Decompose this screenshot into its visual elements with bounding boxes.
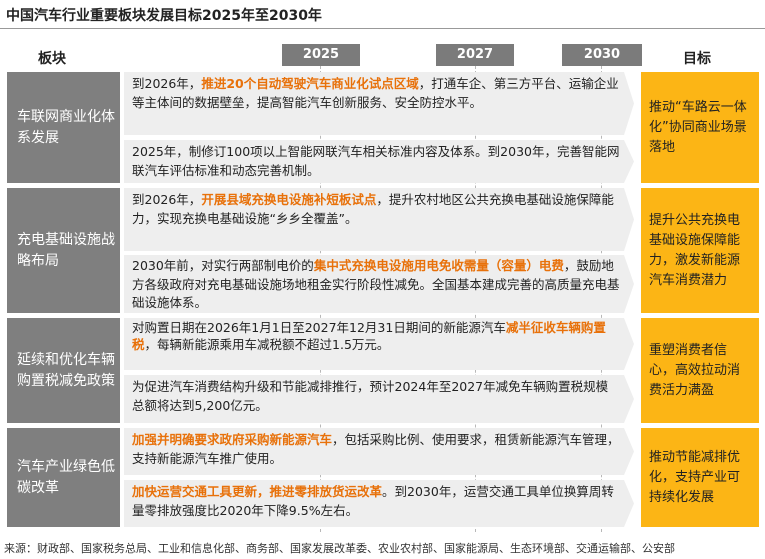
goal-box: 提升公共充换电基础设施保障能力，激发新能源汽车消费潜力 [641, 188, 759, 313]
category-purchase-tax: 延续和优化车辆购置税减免政策 [7, 318, 120, 423]
measure-highlight: 加快运营交通工具更新，推进零排放货运改革 [132, 484, 383, 499]
measure-box: 对购置日期在2026年1月1日至2027年12月31日期间的新能源汽车减半征收车… [124, 318, 634, 370]
category-charging-infrastructure: 充电基础设施战略布局 [7, 188, 120, 313]
measure-text: 到2026年， [132, 192, 202, 207]
measure-highlight: 加强并明确要求政府采购新能源汽车 [132, 432, 333, 447]
measure-highlight: 集中式充换电设施用电免收需量（容量）电费 [313, 258, 564, 273]
measure-box: 到2026年，开展县域充换电设施补短板试点，提升农村地区公共充换电基础设施保障能… [124, 188, 634, 251]
measure-box: 加快运营交通工具更新，推进零排放货运改革。到2030年，运营交通工具单位换算周转… [124, 480, 634, 527]
measure-text: 到2026年， [132, 76, 202, 91]
measure-text: 2030年前，对实行两部制电价的 [132, 258, 314, 273]
measure-highlight: 开展县域充换电设施补短板试点 [201, 192, 377, 207]
title-divider [0, 28, 765, 29]
source-note: 来源：财政部、国家税务总局、工业和信息化部、商务部、国家发展改革委、农业农村部、… [4, 542, 675, 555]
category-connected-vehicle: 车联网商业化体系发展 [7, 72, 120, 183]
goal-box: 推动节能减排优化，支持产业可持续化发展 [641, 428, 759, 527]
measure-box: 到2026年，推进20个自动驾驶汽车商业化试点区域，打通车企、第三方平台、运输企… [124, 72, 634, 135]
measure-highlight: 推进20个自动驾驶汽车商业化试点区域 [201, 76, 419, 91]
page-title: 中国汽车行业重要板块发展目标2025年至2030年 [6, 8, 322, 24]
sector-header: 板块 [38, 51, 66, 67]
category-green-transition: 汽车产业绿色低碳改革 [7, 428, 120, 527]
goal-header: 目标 [683, 51, 711, 67]
measure-box: 2030年前，对实行两部制电价的集中式充换电设施用电免收需量（容量）电费，鼓励地… [124, 255, 634, 313]
measure-box: 2025年，制修订100项以上智能网联汽车相关标准内容及体系。到2030年，完善… [124, 140, 634, 183]
measure-text: 为促进汽车消费结构升级和节能减排推行，预计2024年至2027年减免车辆购置税规… [132, 379, 609, 413]
measure-text: 2025年，制修订100项以上智能网联汽车相关标准内容及体系。到2030年，完善… [132, 144, 620, 178]
year-label-2030: 2030 [562, 44, 642, 66]
goal-box: 推动“车路云一体化”协同商业场景落地 [641, 72, 759, 183]
measure-box: 加强并明确要求政府采购新能源汽车，包括采购比例、使用要求，租赁新能源汽车管理，支… [124, 428, 634, 475]
year-label-2027: 2027 [436, 44, 514, 66]
goal-box: 重塑消费者信心，高效拉动消费活力满盈 [641, 318, 759, 423]
measure-box: 为促进汽车消费结构升级和节能减排推行，预计2024年至2027年减免车辆购置税规… [124, 375, 634, 423]
measure-text: 对购置日期在2026年1月1日至2027年12月31日期间的新能源汽车 [132, 320, 506, 335]
year-label-2025: 2025 [282, 44, 360, 66]
measure-text: ，每辆新能源乘用车减税额不超过1.5万元。 [144, 336, 390, 352]
